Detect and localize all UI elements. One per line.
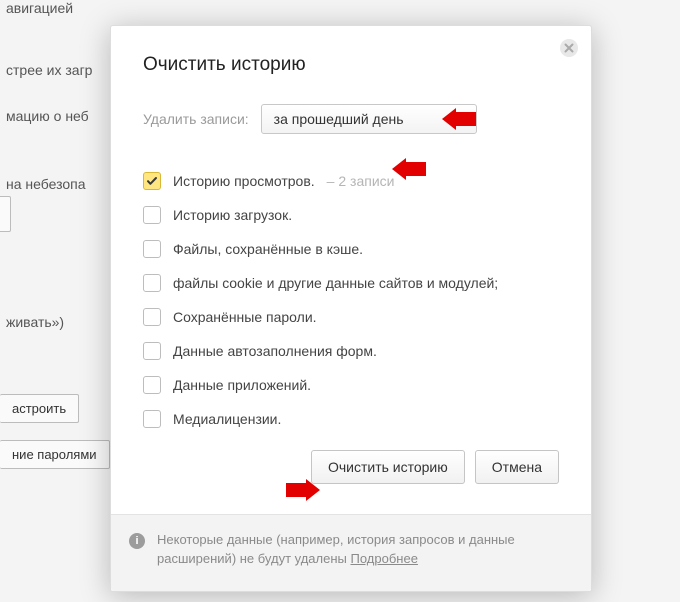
- option-label: Историю просмотров.: [173, 173, 315, 189]
- option-download-history[interactable]: Историю загрузок.: [143, 198, 559, 232]
- option-label: Медиалицензии.: [173, 411, 281, 427]
- dialog-footer: i Некоторые данные (например, история за…: [111, 514, 591, 591]
- clear-history-button[interactable]: Очистить историю: [311, 450, 465, 484]
- option-passwords[interactable]: Сохранённые пароли.: [143, 300, 559, 334]
- cancel-button[interactable]: Отмена: [475, 450, 559, 484]
- dialog-title: Очистить историю: [143, 54, 559, 76]
- checkbox-icon[interactable]: [143, 376, 161, 394]
- option-label: Историю загрузок.: [173, 207, 292, 223]
- info-icon: i: [129, 533, 145, 549]
- checkbox-icon[interactable]: [143, 308, 161, 326]
- annotation-arrow-icon: [392, 158, 426, 180]
- option-autofill[interactable]: Данные автозаполнения форм.: [143, 334, 559, 368]
- option-label: Сохранённые пароли.: [173, 309, 317, 325]
- option-cookies[interactable]: файлы cookie и другие данные сайтов и мо…: [143, 266, 559, 300]
- clear-options-list: Историю просмотров. – 2 записи Историю з…: [143, 164, 559, 436]
- option-label: Файлы, сохранённые в кэше.: [173, 241, 363, 257]
- checkbox-icon[interactable]: [143, 172, 161, 190]
- checkbox-icon[interactable]: [143, 410, 161, 428]
- option-browsing-history[interactable]: Историю просмотров. – 2 записи: [143, 164, 559, 198]
- option-app-data[interactable]: Данные приложений.: [143, 368, 559, 402]
- option-label: файлы cookie и другие данные сайтов и мо…: [173, 275, 498, 291]
- option-cached-files[interactable]: Файлы, сохранённые в кэше.: [143, 232, 559, 266]
- annotation-arrow-icon: [442, 108, 476, 130]
- option-label: Данные приложений.: [173, 377, 311, 393]
- option-count: – 2 записи: [327, 173, 395, 189]
- checkbox-icon[interactable]: [143, 274, 161, 292]
- option-label: Данные автозаполнения форм.: [173, 343, 377, 359]
- footer-text: Некоторые данные (например, история запр…: [157, 531, 573, 569]
- period-select-value: за прошедший день: [274, 111, 404, 127]
- more-link[interactable]: Подробнее: [351, 551, 418, 566]
- clear-history-dialog: Очистить историю Удалить записи: за прош…: [110, 25, 592, 592]
- option-media-licenses[interactable]: Медиалицензии.: [143, 402, 559, 436]
- checkbox-icon[interactable]: [143, 206, 161, 224]
- annotation-arrow-icon: [286, 479, 320, 501]
- modal-overlay: Очистить историю Удалить записи: за прош…: [0, 0, 680, 602]
- period-label: Удалить записи:: [143, 111, 249, 127]
- checkbox-icon[interactable]: [143, 240, 161, 258]
- close-icon[interactable]: [559, 38, 579, 58]
- checkbox-icon[interactable]: [143, 342, 161, 360]
